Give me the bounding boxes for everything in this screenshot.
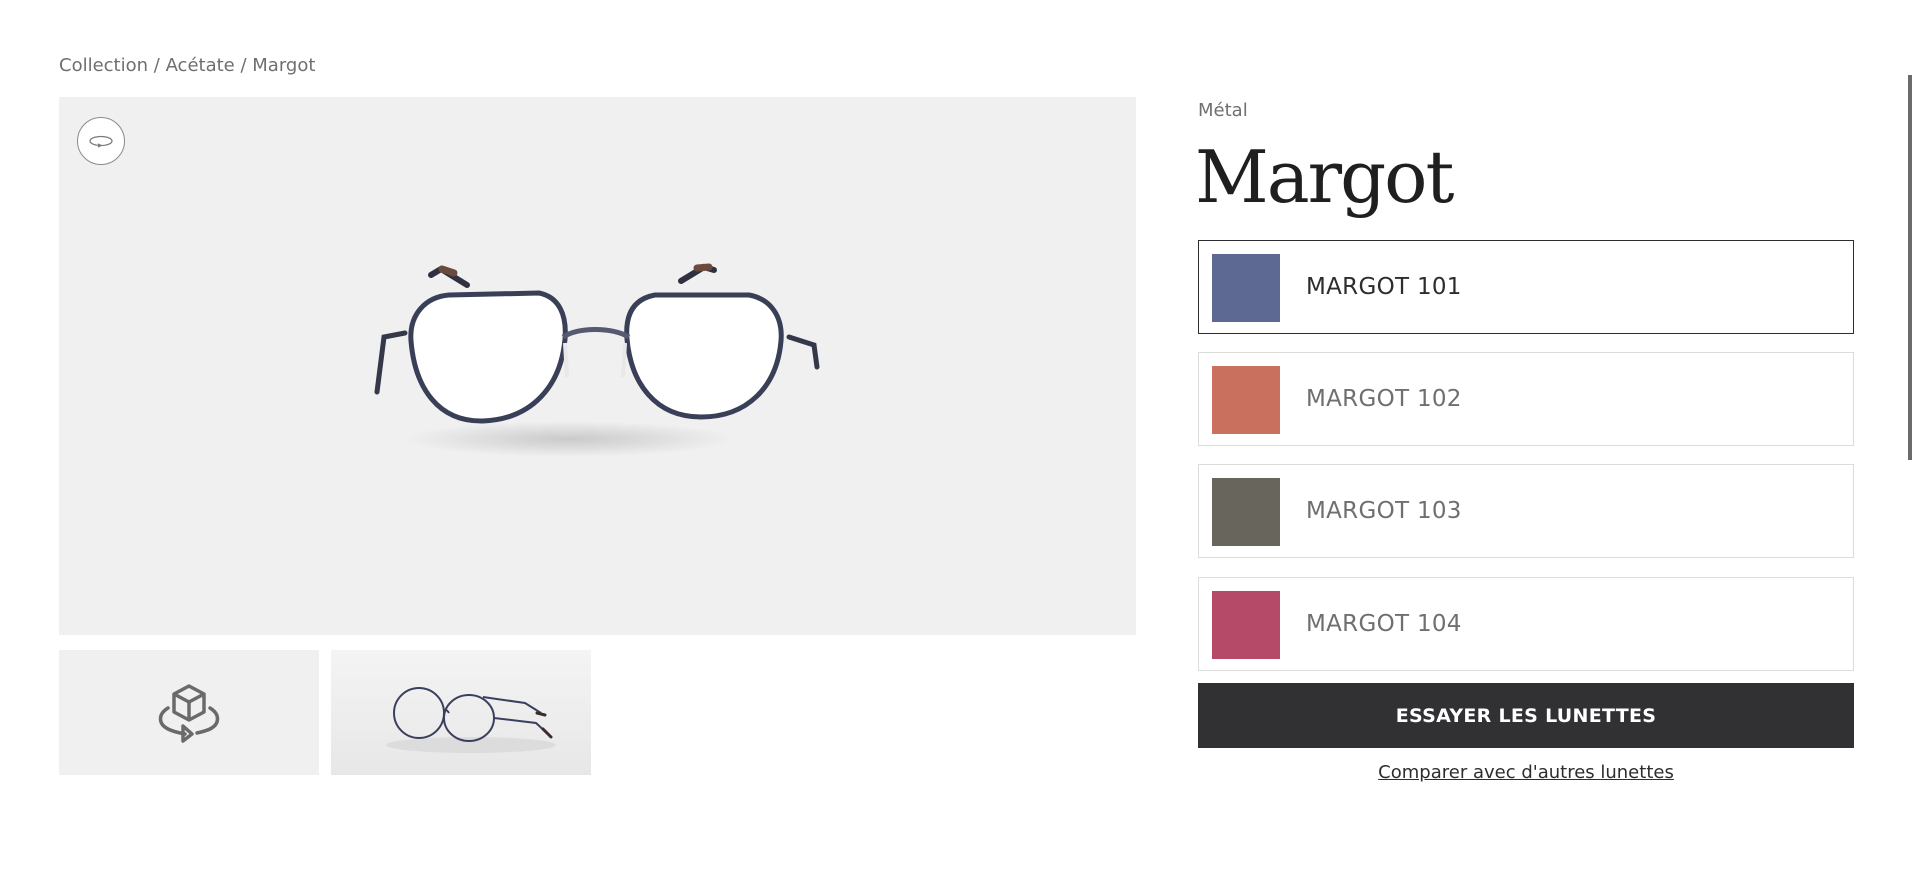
variant-option-101[interactable]: MARGOT 101 (1198, 240, 1854, 334)
color-swatch (1212, 591, 1280, 659)
glasses-photo-icon (386, 686, 556, 753)
variant-option-102[interactable]: MARGOT 102 (1198, 352, 1854, 446)
variant-label: MARGOT 103 (1306, 498, 1462, 524)
cube-rotate-icon (158, 683, 220, 743)
rotate-button[interactable] (77, 117, 125, 165)
product-title: Margot (1195, 135, 1454, 219)
variant-label: MARGOT 101 (1306, 274, 1462, 300)
breadcrumb-item-current: Margot (252, 55, 316, 76)
variant-label: MARGOT 102 (1306, 386, 1462, 412)
breadcrumb: Collection / Acétate / Margot (59, 55, 315, 76)
product-3d-viewer[interactable] (59, 97, 1136, 635)
rotate-360-icon (89, 135, 113, 148)
breadcrumb-separator: / (234, 55, 253, 76)
color-swatch (1212, 254, 1280, 322)
glasses-3d-icon (374, 263, 820, 457)
thumbnail-photo[interactable] (331, 650, 591, 775)
color-swatch (1212, 366, 1280, 434)
variant-option-103[interactable]: MARGOT 103 (1198, 464, 1854, 558)
thumbnail-3d-view[interactable] (59, 650, 319, 775)
variant-option-104[interactable]: MARGOT 104 (1198, 577, 1854, 671)
compare-link[interactable]: Comparer avec d'autres lunettes (1198, 762, 1854, 783)
try-glasses-button[interactable]: ESSAYER LES LUNETTES (1198, 683, 1854, 748)
scrollbar[interactable] (1908, 75, 1912, 460)
breadcrumb-item-collection[interactable]: Collection (59, 55, 148, 76)
product-material: Métal (1198, 100, 1248, 121)
breadcrumb-separator: / (148, 55, 166, 76)
breadcrumb-item-category[interactable]: Acétate (166, 55, 235, 76)
color-swatch (1212, 478, 1280, 546)
variant-label: MARGOT 104 (1306, 611, 1462, 637)
